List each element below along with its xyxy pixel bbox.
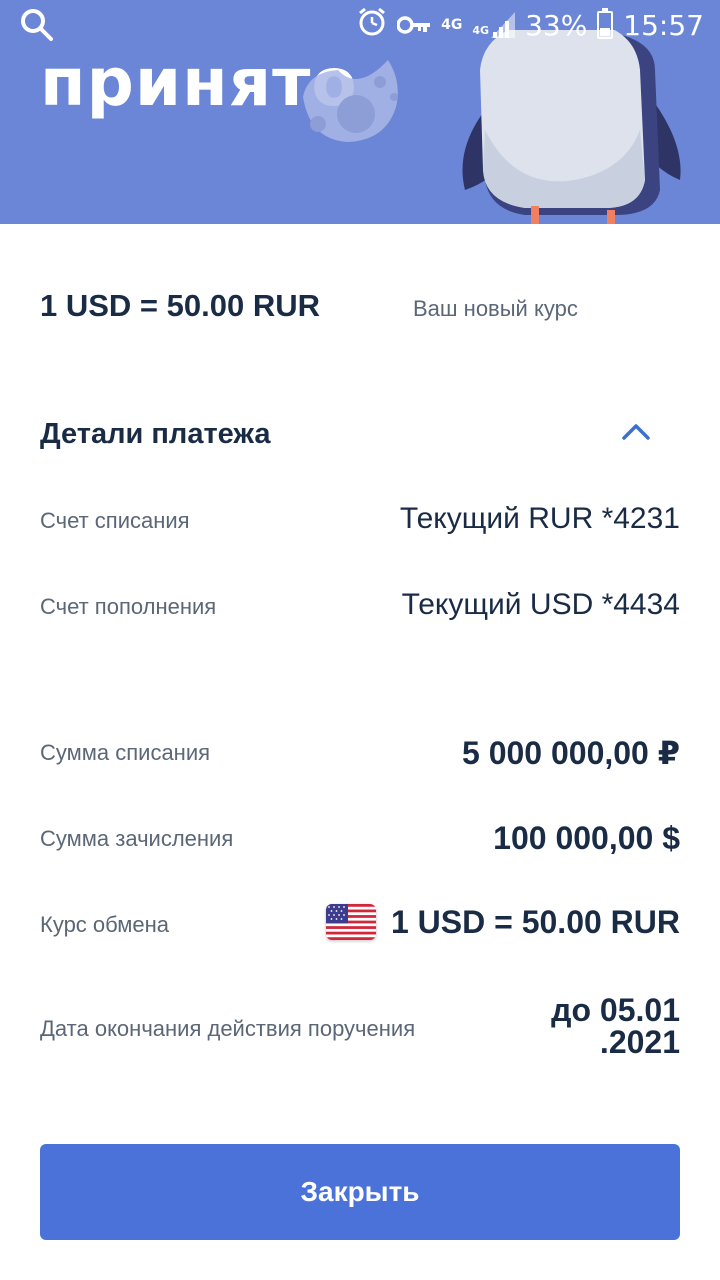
chevron-up-icon[interactable]	[620, 420, 652, 444]
search-icon[interactable]	[20, 8, 54, 47]
detail-row-debit-account: Счет списания Текущий RUR *4231	[40, 500, 680, 544]
clock: 15:57	[623, 8, 704, 42]
detail-row-credit-amount: Сумма зачисления 100 000,00 $	[40, 818, 680, 862]
detail-row-expiry-date: Дата окончания действия поручения до 05.…	[40, 994, 680, 1064]
detail-value: Текущий RUR *4231	[399, 502, 680, 535]
new-rate-caption: Ваш новый курс	[413, 296, 578, 321]
detail-row-credit-account: Счет пополнения Текущий USD *4434	[40, 586, 680, 630]
signal-icon: 4G	[472, 12, 516, 38]
status-bar: 4G 4G 33% 15:57	[0, 0, 720, 50]
detail-value: до 05.01 .2021	[551, 994, 680, 1058]
detail-label: Курс обмена	[40, 912, 170, 937]
new-rate-value: 1 USD = 50.00 RUR	[40, 288, 320, 323]
expiry-date-line-1: до 05.01	[551, 992, 680, 1028]
alarm-icon	[357, 7, 387, 44]
new-rate-summary: 1 USD = 50.00 RUR Ваш новый курс	[40, 288, 680, 332]
detail-row-debit-amount: Сумма списания 5 000 000,00 ₽	[40, 732, 680, 776]
penguin-illustration	[462, 30, 681, 224]
battery-icon	[597, 8, 614, 39]
detail-label: Сумма зачисления	[40, 826, 234, 851]
moon-illustration	[303, 60, 398, 142]
network-indicator-2: 4G	[472, 24, 490, 37]
detail-label: Счет пополнения	[40, 594, 217, 619]
usa-flag-icon	[326, 904, 376, 940]
detail-value: 100 000,00 $	[493, 820, 680, 856]
detail-label: Счет списания	[40, 508, 190, 533]
battery-percent: 33%	[525, 8, 588, 42]
payment-details-title: Детали платежа	[40, 418, 271, 450]
expiry-date-line-2: .2021	[599, 1024, 680, 1060]
detail-value: Текущий USD *4434	[401, 588, 680, 621]
key-icon	[396, 9, 431, 42]
hero-banner: 4G 4G 33% 15:57 принято	[0, 0, 720, 224]
detail-value: 1 USD = 50.00 RUR	[390, 904, 680, 940]
detail-label: Сумма списания	[40, 740, 211, 765]
detail-row-exchange-rate: Курс обмена 1 USD = 50.00 RUR	[40, 900, 680, 948]
network-indicator-1: 4G	[441, 17, 463, 33]
detail-label: Дата окончания действия поручения	[40, 1016, 416, 1041]
detail-value: 5 000 000,00 ₽	[462, 735, 680, 771]
close-button[interactable]: Закрыть	[40, 1144, 680, 1240]
